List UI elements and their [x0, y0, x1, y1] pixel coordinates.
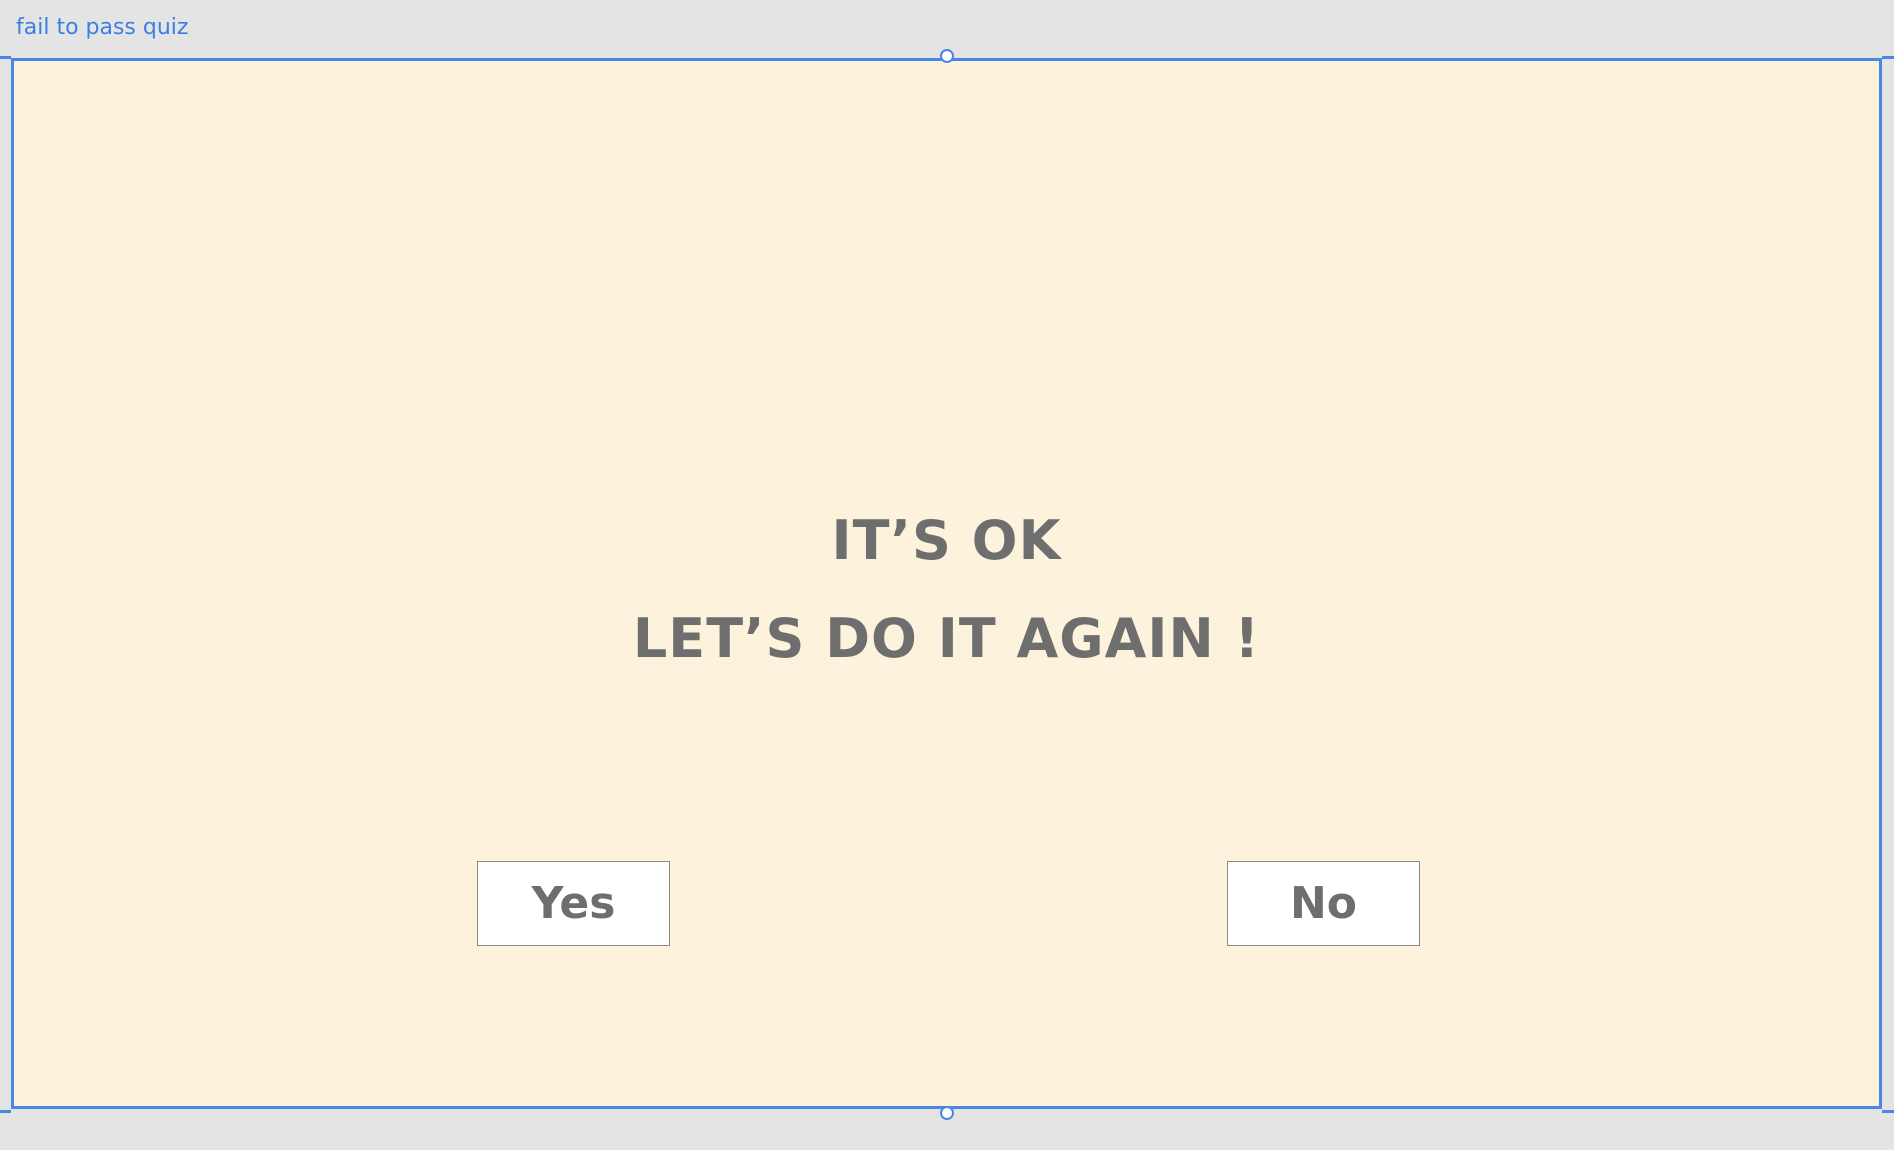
- design-canvas: fail to pass quiz IT’S OK LET’S DO IT AG…: [0, 0, 1894, 1150]
- resize-handle-bottom[interactable]: [940, 1106, 954, 1120]
- yes-button[interactable]: Yes: [477, 861, 670, 946]
- message-subheading: LET’S DO IT AGAIN !: [632, 607, 1261, 670]
- artboard-title[interactable]: fail to pass quiz: [16, 15, 188, 40]
- selection-edge-top-left: [0, 56, 11, 59]
- artboard-frame[interactable]: IT’S OK LET’S DO IT AGAIN ! Yes No: [11, 58, 1882, 1109]
- message-heading: IT’S OK: [831, 509, 1062, 572]
- no-button[interactable]: No: [1227, 861, 1420, 946]
- resize-handle-top[interactable]: [940, 49, 954, 63]
- selection-edge-top-right: [1882, 56, 1894, 59]
- selection-edge-bottom-left: [0, 1110, 11, 1113]
- selection-edge-bottom-right: [1882, 1110, 1894, 1113]
